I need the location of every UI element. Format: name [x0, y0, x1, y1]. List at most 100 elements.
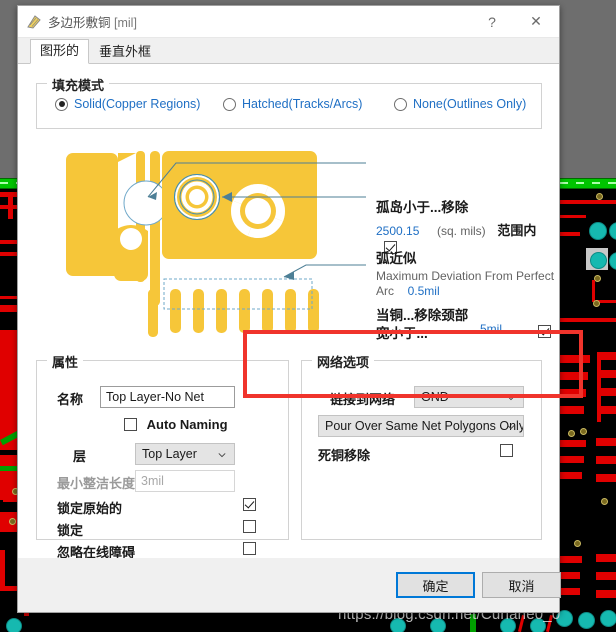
pcb-pad	[6, 618, 22, 632]
properties-group: 属性 名称 Top Layer-No Net Auto Naming 层 Top…	[36, 352, 289, 560]
dialog-titlebar[interactable]: 多边形敷铜 [mil] ? ✕	[18, 6, 559, 38]
ok-button[interactable]: 确定	[396, 572, 475, 598]
pcb-trace	[8, 197, 13, 219]
auto-naming-row[interactable]: Auto Naming	[124, 416, 228, 432]
pcb-pad	[609, 222, 616, 240]
pcb-trace	[596, 438, 616, 446]
radio-hatched-indicator[interactable]	[223, 97, 236, 111]
dialog-title-unit: [mil]	[114, 16, 137, 30]
cancel-button[interactable]: 取消	[482, 572, 561, 598]
pcb-trace	[558, 318, 616, 322]
name-label: 名称	[57, 392, 84, 407]
pcb-trace	[596, 590, 616, 598]
pcb-trace	[556, 355, 590, 363]
radio-none[interactable]: None(Outlines Only)	[394, 97, 526, 111]
locked-checkbox[interactable]	[243, 520, 256, 533]
radio-hatched-label: Hatched(Tracks/Arcs)	[242, 97, 363, 111]
arc-deviation-sub2: Arc	[376, 284, 394, 298]
connect-to-net-label: 链接到网络	[330, 392, 396, 407]
arc-deviation-sub1: Maximum Deviation From Perfect	[376, 269, 555, 283]
connect-to-net-select[interactable]: GND	[414, 386, 524, 408]
min-prim-length-input: 3mil	[135, 470, 235, 492]
connect-to-net-value: GND	[421, 390, 449, 404]
pcb-trace	[560, 200, 616, 204]
island-removal-heading: 孤岛小于...移除	[376, 200, 469, 215]
arc-deviation-value: 0.5mil	[407, 284, 440, 298]
pcb-via	[593, 300, 600, 307]
pcb-trace	[0, 550, 5, 590]
radio-hatched[interactable]: Hatched(Tracks/Arcs)	[223, 97, 362, 111]
pcb-pad	[578, 612, 595, 629]
tab-vertical-outline[interactable]: 垂直外框	[89, 40, 161, 64]
layer-select-value: Top Layer	[142, 447, 197, 461]
radio-none-label: None(Outlines Only)	[413, 97, 527, 111]
pcb-trace	[556, 456, 584, 463]
pour-over-select[interactable]: Pour Over Same Net Polygons Only	[318, 415, 524, 437]
min-prim-length-label: 最小整洁长度	[57, 476, 136, 491]
neck-width-value: 5mil	[480, 322, 503, 336]
neck-removal-row: 宽小于... 5mil	[376, 322, 556, 342]
neck-removal-heading-line2: 宽小于...	[376, 326, 428, 341]
tab-bar: 图形的 垂直外框	[18, 38, 559, 64]
pcb-via	[594, 275, 601, 282]
pcb-trace	[556, 406, 584, 414]
polygon-pour-icon	[27, 14, 41, 29]
arc-deviation-row: Arc 0.5mil	[376, 283, 440, 298]
chevron-down-icon	[507, 425, 515, 430]
arc-approximation-heading: 弧近似	[376, 251, 417, 266]
pcb-trace	[601, 352, 616, 360]
window-controls: ? ✕	[471, 6, 559, 37]
radio-solid[interactable]: Solid(Copper Regions)	[55, 97, 200, 111]
ignore-obstacles-checkbox[interactable]	[243, 542, 256, 555]
pcb-pad	[589, 222, 607, 240]
radio-solid-label: Solid(Copper Regions)	[74, 97, 201, 111]
auto-naming-checkbox[interactable]	[124, 418, 137, 432]
name-input[interactable]: Top Layer-No Net	[100, 386, 235, 408]
chevron-down-icon	[218, 453, 226, 458]
pcb-pad	[600, 610, 616, 627]
screen: https://blog.csdn.net/Curiane0_0 多边形敷铜 […	[0, 0, 616, 632]
dialog-title-main: 多边形敷铜	[48, 16, 111, 30]
pcb-via	[596, 193, 603, 200]
layer-label: 层	[73, 449, 87, 464]
pour-over-value: Pour Over Same Net Polygons Only	[325, 419, 524, 433]
pcb-via	[568, 430, 575, 437]
polygon-pour-dialog: 多边形敷铜 [mil] ? ✕ 图形的 垂直外框 填充模式 Solid(Copp…	[17, 5, 561, 613]
close-icon[interactable]: ✕	[513, 6, 559, 37]
radio-none-indicator[interactable]	[394, 97, 407, 111]
island-area-value: 2500.15	[376, 224, 420, 238]
pcb-pad	[590, 252, 607, 269]
remove-dead-copper-checkbox[interactable]	[500, 444, 513, 457]
lock-primitives-label: 锁定原始的	[57, 501, 123, 516]
neck-removal-heading-line1: 当铜...移除颈部	[376, 308, 469, 323]
lock-primitives-checkbox[interactable]	[243, 498, 256, 511]
pcb-trace	[596, 572, 616, 580]
neck-removal-checkbox[interactable]	[538, 325, 551, 338]
pcb-via	[601, 498, 608, 505]
pcb-trace	[592, 280, 595, 302]
locked-label: 锁定	[57, 523, 84, 538]
pcb-trace	[596, 554, 616, 562]
pcb-trace	[601, 406, 616, 414]
pcb-trace	[556, 215, 586, 218]
pcb-trace	[596, 474, 616, 482]
pcb-trace	[556, 389, 586, 397]
radio-solid-indicator[interactable]	[55, 97, 68, 111]
auto-naming-label: Auto Naming	[146, 417, 228, 433]
properties-title: 属性	[47, 352, 84, 371]
tab-graphical[interactable]: 图形的	[30, 39, 90, 64]
pcb-trace	[601, 370, 616, 378]
help-button[interactable]: ?	[471, 6, 513, 37]
pcb-via	[574, 540, 581, 547]
pcb-via	[9, 518, 16, 525]
fill-mode-group: 填充模式 Solid(Copper Regions) Hatched(Track…	[36, 75, 542, 129]
pcb-pad	[609, 252, 616, 270]
dialog-footer: 确定 取消	[18, 558, 561, 612]
dialog-body: 填充模式 Solid(Copper Regions) Hatched(Track…	[18, 64, 559, 560]
pcb-via	[580, 428, 587, 435]
remove-dead-copper-label: 死铜移除	[318, 448, 371, 463]
layer-select[interactable]: Top Layer	[135, 443, 235, 465]
pcb-trace	[597, 352, 601, 422]
chevron-down-icon	[507, 396, 515, 401]
net-options-group: 网络选项 链接到网络 GND Pour Over Same Net Polygo…	[301, 352, 542, 540]
